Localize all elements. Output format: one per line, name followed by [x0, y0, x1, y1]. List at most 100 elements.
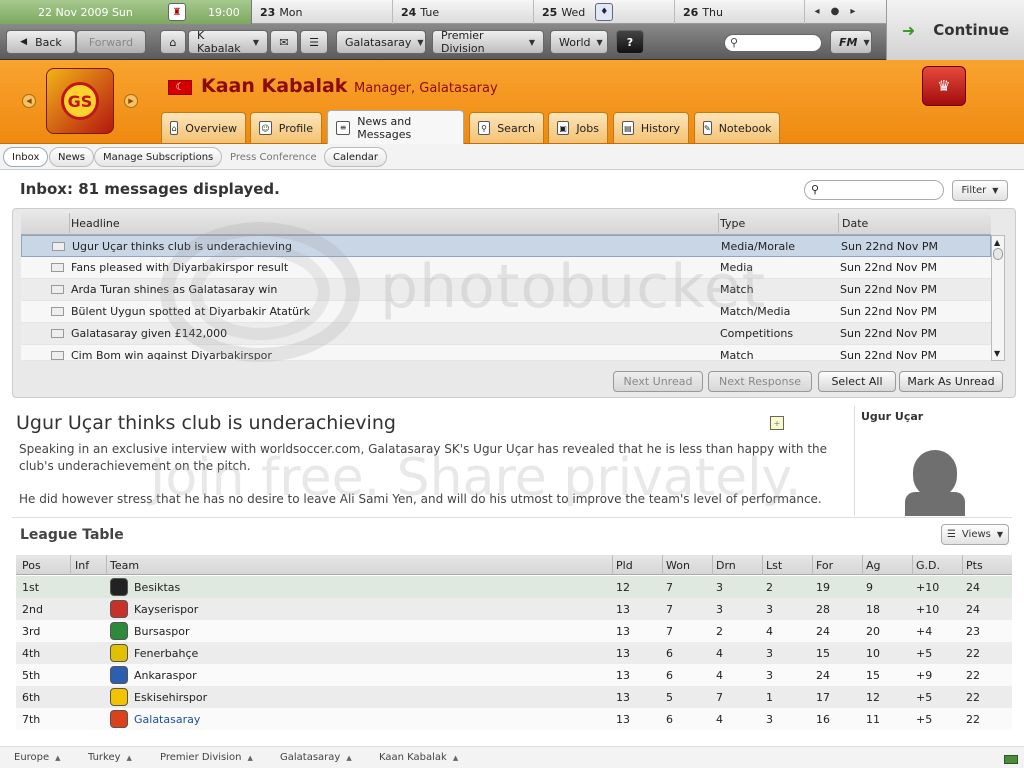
status-icon[interactable]: [1004, 755, 1018, 764]
club-badge-icon[interactable]: ♛: [922, 66, 966, 106]
continue-button[interactable]: ➜ Continue: [886, 0, 1024, 60]
player-name[interactable]: Ugur Uçar: [861, 410, 923, 423]
column-lst[interactable]: Lst: [766, 559, 782, 572]
cell-team[interactable]: Ankaraspor: [134, 669, 197, 682]
message-row[interactable]: Ugur Uçar thinks club is underachieving …: [21, 235, 991, 257]
club-menu[interactable]: Galatasaray ▼: [336, 30, 426, 54]
cell-team[interactable]: Galatasaray: [134, 713, 200, 726]
subtab-press-conference[interactable]: Press Conference: [221, 147, 326, 167]
column-pld[interactable]: Pld: [616, 559, 633, 572]
subtab-manage-subscriptions[interactable]: Manage Subscriptions: [94, 147, 223, 167]
column-for[interactable]: For: [816, 559, 833, 572]
subtab-inbox[interactable]: Inbox: [3, 147, 49, 167]
back-label: Back: [35, 35, 62, 49]
message-row[interactable]: Bülent Uygun spotted at Diyarbakir Atatü…: [21, 301, 991, 323]
cell-ag: 11: [866, 713, 880, 726]
cell-team[interactable]: Besiktas: [134, 581, 180, 594]
message-row[interactable]: Fans pleased with Diyarbakirspor result …: [21, 257, 991, 279]
column-date[interactable]: Date: [842, 217, 868, 230]
table-row[interactable]: 2nd Kayserispor 13 7 3 3 28 18 +10 24: [16, 598, 1012, 620]
fm-menu[interactable]: FM ▼: [830, 30, 872, 54]
tab-news-and-messages[interactable]: ≡ News and Messages: [327, 110, 464, 144]
message-headline: Arda Turan shines as Galatasaray win: [71, 283, 278, 296]
subtab-news[interactable]: News: [49, 147, 95, 167]
column-type[interactable]: Type: [720, 217, 745, 230]
breadcrumb-item[interactable]: Premier Division ▲: [160, 752, 253, 763]
message-row[interactable]: Cim Bom win against Diyarbakirspor Match…: [21, 345, 991, 361]
match-event-icon[interactable]: ♦: [595, 3, 614, 21]
calendar-day[interactable]: 24 Tue: [393, 0, 534, 24]
tab-profile[interactable]: ☺ Profile: [250, 112, 322, 143]
article-title: Ugur Uçar thinks club is underachieving: [16, 412, 396, 434]
mark-as-unread-button[interactable]: Mark As Unread: [899, 371, 1003, 392]
help-button[interactable]: ?: [616, 30, 644, 54]
table-row[interactable]: 5th Ankaraspor 13 6 4 3 24 15 +9 22: [16, 664, 1012, 686]
cell-for: 28: [816, 603, 830, 616]
column-pos[interactable]: Pos: [22, 559, 41, 572]
manager-menu[interactable]: K Kabalak ▼: [188, 29, 268, 55]
column-headline[interactable]: Headline: [71, 217, 120, 230]
column-ag[interactable]: Ag: [866, 559, 881, 572]
tab-overview[interactable]: ⌂ Overview: [161, 112, 246, 143]
scroll-thumb[interactable]: [993, 248, 1003, 260]
tab-notebook[interactable]: ✎ Notebook: [694, 112, 780, 143]
table-row[interactable]: 6th Eskisehirspor 13 5 7 1 17 12 +5 22: [16, 686, 1012, 708]
table-row[interactable]: 4th Fenerbahçe 13 6 4 3 15 10 +5 22: [16, 642, 1012, 664]
back-button[interactable]: ◀ Back: [6, 30, 76, 54]
views-button[interactable]: ☰ Views ▼: [941, 524, 1009, 545]
cell-team[interactable]: Bursaspor: [134, 625, 189, 638]
breadcrumb-item[interactable]: Turkey ▲: [88, 752, 132, 763]
tab-history[interactable]: ▤ History: [613, 112, 689, 143]
next-unread-button[interactable]: Next Unread: [613, 371, 703, 392]
breadcrumb-item[interactable]: Galatasaray ▲: [280, 752, 352, 763]
calendar-day[interactable]: 23 Mon: [252, 0, 393, 24]
player-panel[interactable]: Ugur Uçar: [854, 406, 1024, 516]
add-note-icon[interactable]: +: [770, 416, 784, 430]
competition-menu[interactable]: Premier Division ▼: [432, 29, 544, 55]
next-arrow-icon[interactable]: ▶: [124, 94, 138, 108]
cell-team[interactable]: Eskisehirspor: [134, 691, 207, 704]
scroll-up-icon[interactable]: ▲: [994, 238, 1000, 247]
global-search-input[interactable]: ⚲: [724, 34, 822, 52]
column-inf[interactable]: Inf: [75, 559, 89, 572]
calendar-today-dot-icon[interactable]: ●: [831, 6, 840, 17]
calendar-prev-icon[interactable]: ◂: [815, 6, 820, 17]
cell-team[interactable]: Kayserispor: [134, 603, 198, 616]
breadcrumb-label: Europe: [14, 752, 50, 763]
mail-button[interactable]: ✉: [270, 30, 298, 54]
breadcrumb-item[interactable]: Kaan Kabalak ▲: [379, 752, 458, 763]
home-button[interactable]: ⌂: [160, 30, 186, 54]
inbox-scrollbar[interactable]: ▲ ▼: [991, 235, 1005, 361]
scroll-down-icon[interactable]: ▼: [994, 349, 1000, 358]
tab-search[interactable]: ⚲ Search: [469, 112, 544, 143]
select-all-button[interactable]: Select All: [818, 371, 896, 392]
column-gd[interactable]: G.D.: [916, 559, 940, 572]
column-won[interactable]: Won: [666, 559, 690, 572]
inbox-search-input[interactable]: ⚲: [804, 180, 944, 200]
world-menu[interactable]: World ▼: [550, 30, 608, 54]
column-divider: [612, 555, 613, 575]
table-row[interactable]: 1st Besiktas 12 7 3 2 19 9 +10 24: [16, 576, 1012, 598]
calendar-today[interactable]: 22 Nov 2009 Sun ♜ 19:00: [0, 0, 252, 24]
table-row[interactable]: 3rd Bursaspor 13 7 2 4 24 20 +4 23: [16, 620, 1012, 642]
tab-jobs[interactable]: ▣ Jobs: [548, 112, 608, 143]
forward-button[interactable]: Forward: [76, 30, 146, 54]
cell-team[interactable]: Fenerbahçe: [134, 647, 198, 660]
notes-button[interactable]: ☰: [300, 30, 328, 54]
subtab-calendar[interactable]: Calendar: [324, 147, 387, 167]
calendar-day[interactable]: 25 Wed ♦: [534, 0, 675, 24]
message-row[interactable]: Galatasaray given £142,000 Competitions …: [21, 323, 991, 345]
breadcrumb-item[interactable]: Europe ▲: [14, 752, 61, 763]
prev-arrow-icon[interactable]: ◀: [22, 94, 36, 108]
tab-label: Profile: [278, 121, 313, 135]
calendar-day[interactable]: 26 Thu: [675, 0, 805, 24]
column-pts[interactable]: Pts: [966, 559, 983, 572]
calendar-next-icon[interactable]: ▸: [850, 6, 855, 17]
next-response-button[interactable]: Next Response: [708, 371, 812, 392]
column-team[interactable]: Team: [110, 559, 139, 572]
table-row[interactable]: 7th Galatasaray 13 6 4 3 16 11 +5 22: [16, 708, 1012, 730]
column-drn[interactable]: Drn: [716, 559, 736, 572]
filter-button[interactable]: Filter ▼: [952, 180, 1008, 201]
message-row[interactable]: Arda Turan shines as Galatasaray win Mat…: [21, 279, 991, 301]
chevron-up-icon: ▲: [247, 754, 253, 762]
